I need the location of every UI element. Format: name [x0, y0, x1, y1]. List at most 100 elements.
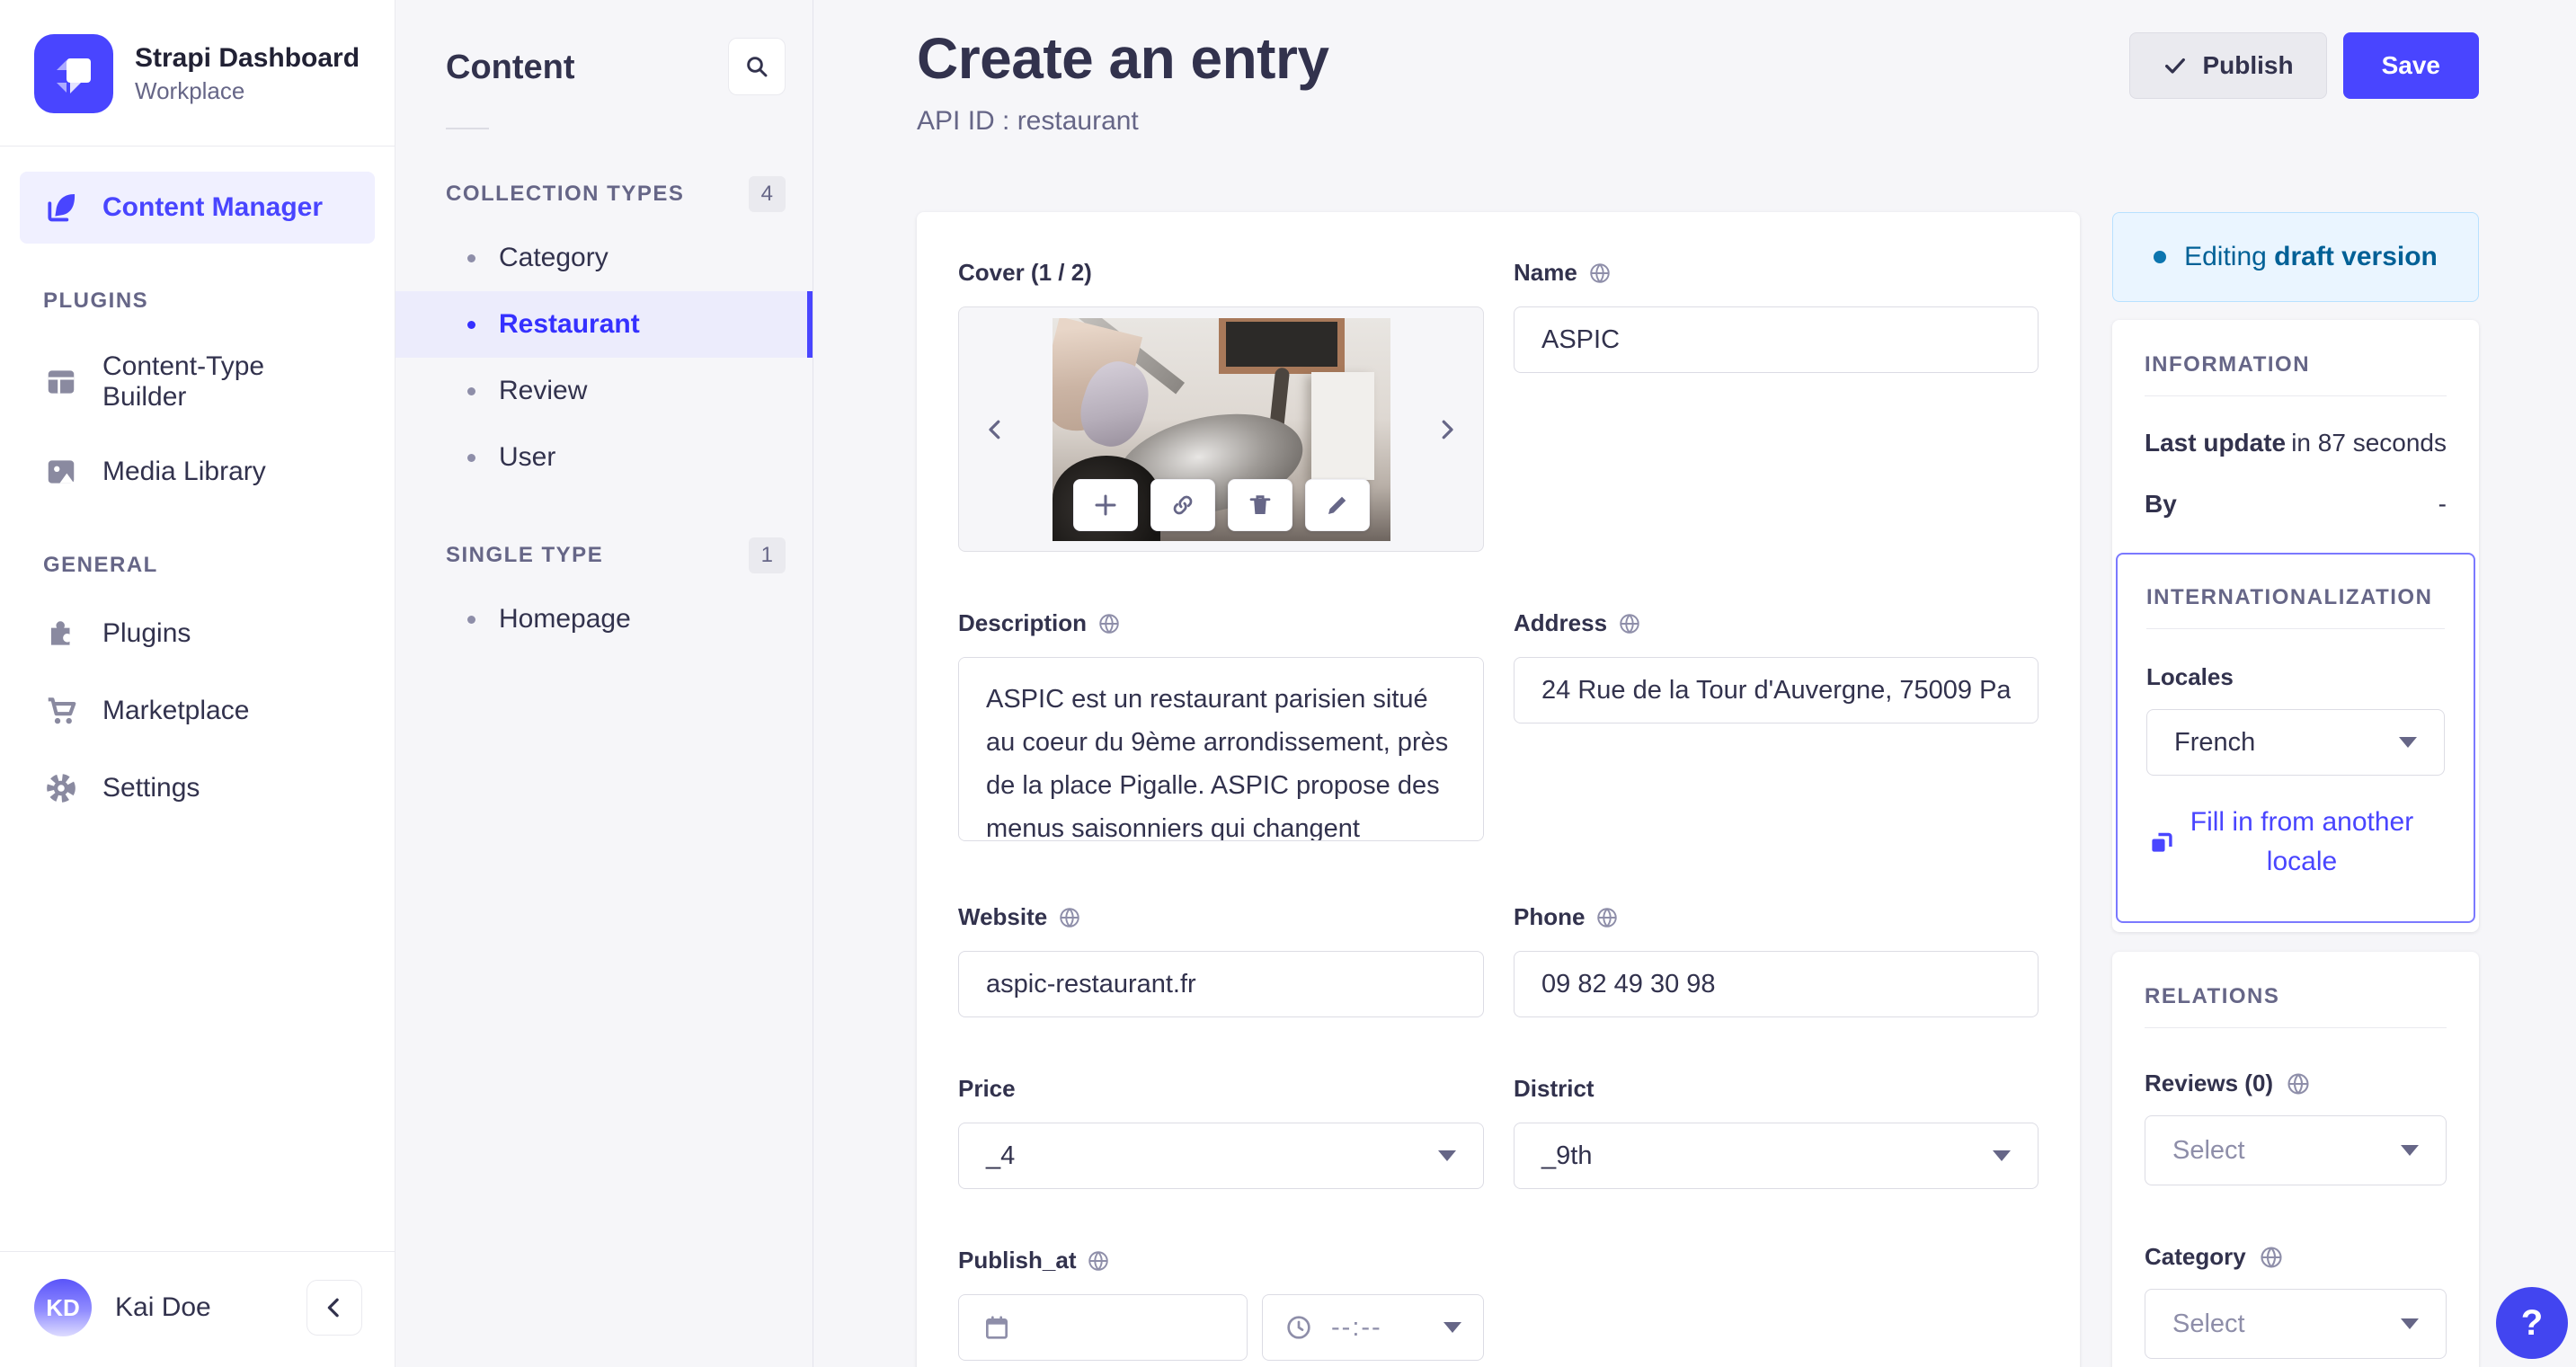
category-label: Category — [2145, 1243, 2246, 1270]
plus-icon — [1095, 494, 1115, 516]
district-field: District _9th — [1514, 1075, 2039, 1189]
subnav-item-label: User — [499, 442, 556, 472]
user-avatar[interactable]: KD — [34, 1279, 92, 1336]
bullet-icon — [467, 320, 475, 329]
sidebar-item-plugins[interactable]: Plugins — [20, 598, 375, 670]
bullet-icon — [467, 453, 475, 462]
address-input[interactable] — [1514, 657, 2039, 723]
subnav-item-user[interactable]: User — [395, 424, 813, 491]
locale-select[interactable]: French — [2146, 709, 2445, 776]
subnav-item-restaurant[interactable]: Restaurant — [395, 291, 813, 358]
chevron-right-icon — [1442, 420, 1453, 439]
sidebar-item-marketplace[interactable]: Marketplace — [20, 675, 375, 747]
edit-asset-button[interactable] — [1304, 479, 1370, 531]
website-input[interactable] — [958, 951, 1484, 1017]
carousel-prev-button[interactable] — [975, 410, 1015, 449]
district-select[interactable]: _9th — [1514, 1123, 2039, 1189]
link-icon — [1173, 495, 1192, 515]
status-dot-icon — [2154, 251, 2167, 263]
page-header: Create an entry API ID : restaurant Publ… — [813, 0, 2576, 212]
information-header: INFORMATION — [2145, 352, 2311, 377]
relations-header: RELATIONS — [2145, 984, 2280, 1008]
subnav-item-homepage[interactable]: Homepage — [395, 586, 813, 652]
strapi-logo-icon — [34, 34, 113, 113]
price-label: Price — [958, 1075, 1016, 1102]
subnav-item-label: Review — [499, 376, 588, 405]
name-input[interactable] — [1514, 306, 2039, 373]
phone-input[interactable] — [1514, 951, 2039, 1017]
publish-button[interactable]: Publish — [2129, 32, 2327, 99]
gear-icon — [43, 770, 79, 806]
add-asset-button[interactable] — [1072, 479, 1138, 531]
description-textarea[interactable]: ASPIC est un restaurant parisien situé a… — [958, 657, 1484, 841]
app-title: Strapi Dashboard — [135, 43, 360, 73]
publish-at-field: Publish_at --:-- — [958, 1247, 1484, 1361]
reviews-select[interactable]: Select — [2145, 1115, 2447, 1185]
layout-grid-icon — [43, 364, 79, 400]
chevron-down-icon — [2399, 737, 2417, 748]
workspace-header[interactable]: Strapi Dashboard Workplace — [0, 0, 395, 146]
sidebar-item-content-type-builder[interactable]: Content-Type Builder — [20, 333, 375, 431]
collapse-sidebar-button[interactable] — [306, 1280, 362, 1336]
check-icon — [2165, 58, 2186, 74]
relations-card: RELATIONS Reviews (0) Select Category Se… — [2112, 952, 2479, 1367]
collection-types-count-badge: 4 — [748, 176, 786, 212]
chevron-down-icon — [1438, 1150, 1456, 1161]
content-subnav: Content COLLECTION TYPES 4 Category Rest… — [395, 0, 813, 1367]
single-type-header: SINGLE TYPE — [446, 543, 604, 567]
draft-status-banner: Editing draft version — [2112, 212, 2479, 302]
globe-icon — [1620, 613, 1639, 634]
pencil-icon — [1328, 496, 1346, 514]
feather-pen-icon — [43, 190, 79, 226]
workspace-name: Workplace — [135, 77, 245, 104]
sidebar-item-label: Content-Type Builder — [102, 351, 265, 412]
copy-link-button[interactable] — [1150, 479, 1215, 531]
page-title: Create an entry — [917, 26, 1329, 91]
phone-label: Phone — [1514, 903, 1586, 930]
information-card: INFORMATION Last update in 87 seconds By… — [2112, 320, 2479, 932]
sidebar-item-settings[interactable]: Settings — [20, 752, 375, 824]
date-input[interactable] — [958, 1294, 1248, 1361]
price-select[interactable]: _4 — [958, 1123, 1484, 1189]
globe-icon — [1088, 1250, 1109, 1271]
chevron-left-icon — [327, 1298, 339, 1318]
time-select[interactable]: --:-- — [1262, 1294, 1484, 1361]
api-id-subtitle: API ID : restaurant — [917, 106, 1139, 136]
meta-panel: Editing draft version INFORMATION Last u… — [2112, 212, 2479, 1367]
main-sidebar: Strapi Dashboard Workplace Content Manag… — [0, 0, 395, 1367]
carousel-next-button[interactable] — [1427, 410, 1467, 449]
search-button[interactable] — [728, 38, 786, 95]
subnav-item-label: Restaurant — [499, 309, 640, 339]
calendar-icon — [986, 1316, 1008, 1339]
sidebar-item-media-library[interactable]: Media Library — [20, 436, 375, 508]
chevron-down-icon — [1993, 1150, 2011, 1161]
main-content: Create an entry API ID : restaurant Publ… — [813, 0, 2576, 1367]
subnav-item-label: Homepage — [499, 604, 631, 634]
sidebar-section-plugins: PLUGINS — [43, 288, 149, 313]
bullet-icon — [467, 615, 475, 624]
delete-asset-button[interactable] — [1227, 479, 1292, 531]
sidebar-section-general: GENERAL — [43, 553, 158, 577]
cover-carousel — [958, 306, 1484, 552]
website-field: Website — [958, 903, 1484, 1017]
by-row: By - — [2145, 490, 2447, 518]
chevron-down-icon — [1443, 1322, 1461, 1333]
fill-from-locale-link[interactable]: Fill in from another locale — [2146, 803, 2445, 882]
publish-at-label: Publish_at — [958, 1247, 1077, 1274]
save-button[interactable]: Save — [2342, 32, 2479, 99]
bullet-icon — [467, 253, 475, 262]
category-select[interactable]: Select — [2145, 1289, 2447, 1359]
help-button[interactable]: ? — [2496, 1287, 2568, 1359]
single-type-count-badge: 1 — [748, 537, 786, 573]
sidebar-footer: KD Kai Doe — [0, 1251, 395, 1367]
globe-icon — [1597, 907, 1618, 928]
subnav-item-category[interactable]: Category — [395, 225, 813, 291]
picture-icon — [43, 454, 79, 490]
subnav-item-review[interactable]: Review — [395, 358, 813, 424]
district-label: District — [1514, 1075, 1594, 1102]
copy-icon — [2152, 832, 2172, 852]
globe-icon — [1099, 613, 1119, 634]
sidebar-item-label: Settings — [102, 773, 200, 803]
sidebar-item-content-manager[interactable]: Content Manager — [20, 172, 375, 244]
address-label: Address — [1514, 609, 1608, 636]
